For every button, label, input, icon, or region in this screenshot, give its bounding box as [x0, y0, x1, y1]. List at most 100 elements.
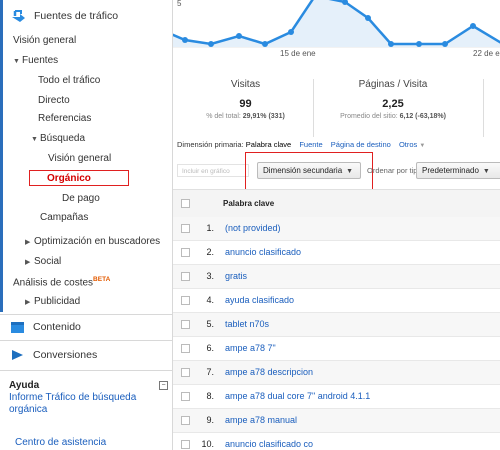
keyword-link[interactable]: ampe a78 descripcion — [225, 367, 313, 377]
metric-value: 99 — [239, 98, 252, 110]
nav-search-overview[interactable]: Visión general — [48, 153, 111, 164]
row-number: 1. — [206, 223, 214, 233]
table-filters: Incluir en gráfico Dimensión secundaria ▼… — [177, 152, 500, 194]
keyword-link[interactable]: ayuda clasificado — [225, 295, 294, 305]
row-checkbox[interactable] — [181, 344, 190, 353]
chart-point[interactable] — [236, 33, 242, 39]
row-number: 3. — [206, 271, 214, 281]
order-type-dropdown[interactable]: Predeterminado ▼ — [416, 162, 500, 179]
help-title: Ayuda — [9, 380, 40, 391]
nav-advertising[interactable]: ▶ Publicidad — [25, 296, 80, 307]
chart-point[interactable] — [365, 15, 371, 21]
chart-point[interactable] — [208, 41, 214, 47]
row-checkbox[interactable] — [181, 440, 190, 449]
secondary-dimension-dropdown[interactable]: Dimensión secundaria ▼ — [257, 162, 361, 179]
keyword-link[interactable]: ampe a78 manual — [225, 415, 297, 425]
metric-pages-per-visit: Páginas / Visita 2,25 Promedio del sitio… — [318, 79, 468, 120]
nav-cost-analysis[interactable]: Análisis de costesBETA — [13, 276, 110, 288]
help-link-help-center[interactable]: Centro de asistencia — [15, 437, 106, 448]
chart-point[interactable] — [182, 37, 188, 43]
visits-chart: 5 15 de ene 22 de e — [173, 0, 500, 70]
metric-title: Páginas / Visita — [358, 79, 428, 90]
main-content: 5 15 de ene 22 de e Visitas 99 % del tot… — [173, 0, 500, 450]
metric-subtitle: Promedio del sitio: 6,12 (-63,18%) — [340, 113, 446, 120]
chart-svg — [173, 0, 500, 48]
chart-point[interactable] — [262, 41, 268, 47]
row-checkbox[interactable] — [181, 248, 190, 257]
nav-search[interactable]: ▼ Búsqueda — [31, 133, 85, 144]
beta-badge: BETA — [93, 276, 111, 283]
row-number: 4. — [206, 295, 214, 305]
table-row[interactable]: 1. (not provided) — [173, 217, 500, 241]
nav-direct[interactable]: Directo — [38, 95, 70, 106]
table-row[interactable]: 7. ampe a78 descripcion — [173, 361, 500, 385]
divider — [483, 79, 484, 137]
table-row[interactable]: 8. ampe a78 dual core 7" android 4.1.1 — [173, 385, 500, 409]
chart-point[interactable] — [442, 41, 448, 47]
chevron-down-icon: ▼ — [346, 168, 354, 175]
x-tick-label: 22 de e — [473, 49, 500, 58]
keyword-link[interactable]: ampe a78 dual core 7" android 4.1.1 — [225, 391, 370, 401]
help-link-organic-report[interactable]: Informe Tráfico de búsqueda orgánica — [9, 392, 167, 416]
collapsed-triangle-icon: ▶ — [25, 299, 31, 306]
column-header-keyword[interactable]: Palabra clave — [223, 199, 274, 208]
primary-dimension-bar: Dimensión primaria: Palabra clave Fuente… — [177, 140, 500, 149]
divider — [0, 314, 172, 315]
row-checkbox[interactable] — [181, 416, 190, 425]
nav-all-traffic[interactable]: Todo el tráfico — [38, 75, 100, 86]
table-row[interactable]: 9. ampe a78 manual — [173, 409, 500, 433]
collapse-icon[interactable]: − — [159, 381, 168, 390]
collapsed-triangle-icon: ▶ — [25, 239, 31, 246]
nav-campaigns[interactable]: Campañas — [40, 212, 88, 223]
sidebar-section-label: Fuentes de tráfico — [34, 10, 119, 22]
nav-sources[interactable]: ▼ Fuentes — [13, 55, 58, 66]
include-in-chart-button[interactable]: Incluir en gráfico — [177, 164, 249, 177]
nav-social[interactable]: ▶ Social — [25, 256, 61, 267]
table-row[interactable]: 10. anuncio clasificado co — [173, 433, 500, 450]
nav-paid[interactable]: De pago — [62, 193, 100, 204]
sidebar-section-label: Conversiones — [33, 349, 98, 361]
sidebar-section-conversions[interactable]: Conversiones — [0, 344, 172, 366]
dimension-link-landing-page[interactable]: Página de destino — [331, 140, 391, 149]
keyword-link[interactable]: (not provided) — [225, 223, 281, 233]
dimension-link-other[interactable]: Otros ▼ — [399, 140, 425, 149]
nav-referrals[interactable]: Referencias — [38, 113, 91, 124]
keyword-link[interactable]: anuncio clasificado — [225, 247, 301, 257]
row-checkbox[interactable] — [181, 368, 190, 377]
table-row[interactable]: 3. gratis — [173, 265, 500, 289]
row-number: 10. — [201, 439, 214, 449]
row-checkbox[interactable] — [181, 296, 190, 305]
dimension-link-source[interactable]: Fuente — [299, 140, 322, 149]
table-row[interactable]: 4. ayuda clasificado — [173, 289, 500, 313]
expanded-triangle-icon: ▼ — [31, 136, 38, 143]
table-row[interactable]: 2. anuncio clasificado — [173, 241, 500, 265]
table-row[interactable]: 5. tablet n70s — [173, 313, 500, 337]
keyword-link[interactable]: ampe a78 7" — [225, 343, 276, 353]
keyword-link[interactable]: gratis — [225, 271, 247, 281]
nav-organic[interactable]: Orgánico — [47, 173, 91, 184]
x-tick-label: 15 de ene — [280, 49, 316, 58]
traffic-sources-icon — [12, 9, 25, 22]
sidebar-section-traffic-sources[interactable]: Fuentes de tráfico — [0, 6, 172, 26]
row-checkbox[interactable] — [181, 224, 190, 233]
row-number: 2. — [206, 247, 214, 257]
chart-point[interactable] — [416, 41, 422, 47]
table-row[interactable]: 6. ampe a78 7" — [173, 337, 500, 361]
row-checkbox[interactable] — [181, 320, 190, 329]
primary-dimension-current: Palabra clave — [245, 140, 292, 149]
chart-point[interactable] — [288, 29, 294, 35]
keyword-link[interactable]: anuncio clasificado co — [225, 439, 313, 449]
keyword-link[interactable]: tablet n70s — [225, 319, 269, 329]
sidebar-section-content[interactable]: Contenido — [0, 316, 172, 338]
content-icon — [11, 321, 24, 333]
nav-overview[interactable]: Visión general — [13, 35, 76, 46]
metrics-summary: Visitas 99 % del total: 29,91% (331) Pág… — [183, 79, 500, 137]
metric-subtitle: % del total: 29,91% (331) — [206, 113, 285, 120]
row-checkbox[interactable] — [181, 272, 190, 281]
divider — [313, 79, 314, 137]
row-checkbox[interactable] — [181, 392, 190, 401]
nav-seo[interactable]: ▶ Optimización en buscadores — [25, 236, 160, 247]
chart-point[interactable] — [470, 23, 476, 29]
chart-point[interactable] — [388, 41, 394, 47]
select-all-checkbox[interactable] — [181, 199, 190, 208]
